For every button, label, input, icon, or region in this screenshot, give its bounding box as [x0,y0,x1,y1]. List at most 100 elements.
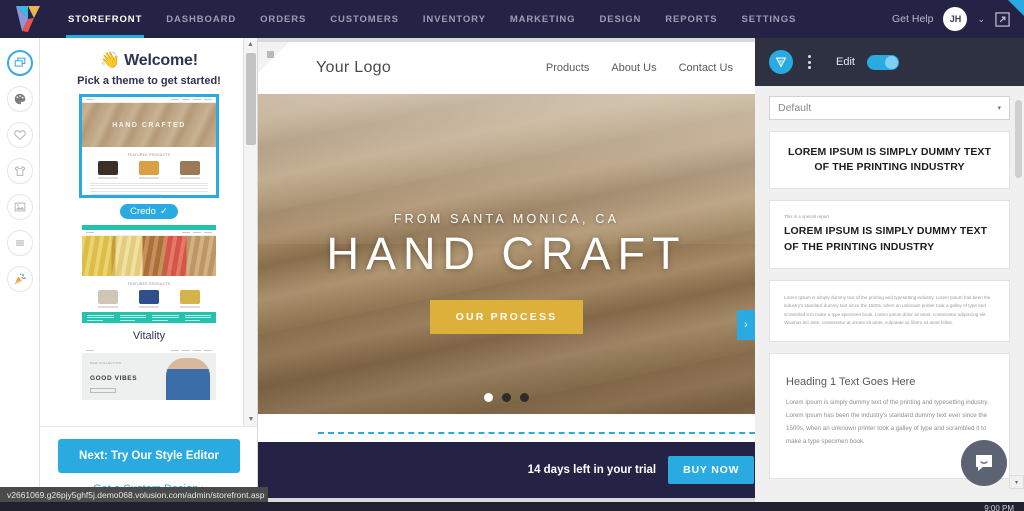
carousel-next-arrow-icon[interactable]: › [737,310,755,340]
edit-label: Edit [836,56,855,68]
element-card-eyebrow-heading[interactable]: This is a special report LOREM IPSUM IS … [769,200,1010,269]
edit-mode-toggle[interactable] [866,54,899,70]
carousel-dot-3[interactable] [520,393,529,402]
element-card-centered-heading[interactable]: LOREM IPSUM IS SIMPLY DUMMY TEXT OF THE … [769,131,1010,190]
check-icon: ✓ [159,206,168,217]
hero-title: HAND CRAFT [326,228,687,279]
site-nav-link-about-us[interactable]: About Us [611,62,656,74]
nav-item-customers[interactable]: CUSTOMERS [318,0,411,38]
site-nav-link-contact-us[interactable]: Contact Us [679,62,733,74]
theme-thumbnail-vitality[interactable]: FEATURED PRODUCTS [82,225,216,323]
heart-icon[interactable] [6,122,33,148]
nav-item-storefront[interactable]: STOREFRONT [56,0,154,38]
more-vertical-icon[interactable] [805,52,814,72]
element-library-scrollbar[interactable] [1015,86,1022,511]
element-card-paragraph[interactable]: Lorem Ipsum is simply dummy text of the … [769,279,1010,342]
waving-hand-icon: 👋 [100,52,120,69]
element-library-header: Edit [755,38,1024,86]
element-card-eyebrow: This is a special report [784,214,830,220]
application-window: STOREFRONT DASHBOARD ORDERS CUSTOMERS IN… [0,0,1024,511]
element-card-paragraph-text: Lorem Ipsum is simply dummy text of the … [786,398,989,445]
theme-card-credo[interactable]: HAND CRAFTED FEATURED PRODUCTS Credo ✓ [54,94,244,219]
theme-card-vitality[interactable]: FEATURED PRODUCTS Vitality [54,225,244,342]
theme-selected-badge-wrap: Credo ✓ [54,201,244,219]
palette-icon[interactable] [6,86,33,112]
party-popper-icon[interactable] [6,266,33,292]
layers-icon[interactable] [6,50,33,76]
element-category-value: Default [778,102,812,114]
chat-bubble-icon[interactable] [961,440,1007,486]
next-style-editor-button[interactable]: Next: Try Our Style Editor [58,439,240,473]
buy-now-button[interactable]: BUY NOW [668,456,755,484]
preview-corner-fold [258,42,302,86]
hero-cta-button[interactable]: OUR PROCESS [429,300,584,334]
theme-thumbnail-preview: FEATURED PRODUCTS [82,225,216,323]
nav-right-cluster: Get Help JH ⌄ [892,0,1024,38]
theme-panel-scrollbar[interactable]: ▲ ▼ [243,38,257,426]
element-card-heading: LOREM IPSUM IS SIMPLY DUMMY TEXT OF THE … [787,146,992,174]
nav-item-dashboard[interactable]: DASHBOARD [154,0,248,38]
theme-picker-panel: 👋 Welcome! Pick a theme to get started! … [40,38,258,511]
theme-thumbnail-good-vibes[interactable]: NEW COLLECTION GOOD VIBES [82,348,216,410]
element-card-heading: LOREM IPSUM IS SIMPLY DUMMY TEXT OF THE … [784,225,988,253]
site-preview[interactable]: Your Logo Products About Us Contact Us F… [258,42,755,451]
element-library-glyph [775,57,787,68]
tshirt-icon[interactable] [6,158,33,184]
nav-item-marketing[interactable]: MARKETING [498,0,588,38]
theme-scroll-area: 👋 Welcome! Pick a theme to get started! … [40,38,257,426]
resize-handle-icon[interactable] [267,51,274,58]
scrollbar-up-arrow[interactable]: ▲ [244,38,257,51]
theme-thumb-caption: FEATURED PRODUCTS [127,282,171,286]
nav-item-orders[interactable]: ORDERS [248,0,318,38]
carousel-dots [258,393,755,402]
image-glyph [14,202,25,212]
avatar[interactable]: JH [943,7,968,31]
nav-item-design[interactable]: DESIGN [587,0,653,38]
element-category-select[interactable]: Default ▾ [769,96,1010,120]
os-taskbar: 9:00 PM [0,502,1024,511]
corner-accent-triangle [1008,0,1024,16]
nav-item-reports[interactable]: REPORTS [653,0,729,38]
image-icon[interactable] [6,194,33,220]
get-help-link[interactable]: Get Help [892,13,933,25]
site-nav-link-products[interactable]: Products [546,62,589,74]
theme-selected-badge[interactable]: Credo ✓ [120,204,178,219]
theme-thumb-hero-text: GOOD VIBES [90,375,138,382]
scrollbar-thumb[interactable] [1015,100,1022,178]
scrollbar-thumb[interactable] [246,53,256,145]
theme-name-credo: Credo [130,206,156,217]
list-lines-icon[interactable] [6,230,33,256]
theme-thumbnail-credo[interactable]: HAND CRAFTED FEATURED PRODUCTS [79,94,219,198]
element-card-paragraph-text: Lorem Ipsum is simply dummy text of the … [784,294,991,326]
carousel-dot-2[interactable] [502,393,511,402]
list-lines-glyph [15,240,24,246]
scroll-corner-button[interactable]: ▾ [1009,475,1024,489]
volusion-logo-icon[interactable] [0,0,56,38]
welcome-subtitle: Pick a theme to get started! [77,75,221,87]
chevron-down-icon: ▾ [997,105,1001,112]
nav-item-inventory[interactable]: INVENTORY [411,0,498,38]
theme-thumb-hero-text: HAND CRAFTED [112,121,186,129]
element-library-icon[interactable] [769,50,793,74]
carousel-dot-1[interactable] [484,393,493,402]
preview-site-header: Your Logo Products About Us Contact Us [258,42,755,94]
party-popper-glyph [14,272,26,285]
theme-thumb-eyebrow: NEW COLLECTION [90,361,122,365]
hero-eyebrow: FROM SANTA MONICA, CA [393,212,620,226]
nav-item-settings[interactable]: SETTINGS [730,0,809,38]
theme-card-good-vibes[interactable]: NEW COLLECTION GOOD VIBES [54,348,244,410]
theme-thumb-caption: FEATURED PRODUCTS [127,153,171,157]
trial-days-text: 14 days left in your trial [527,464,657,476]
volusion-logo-glyph [16,6,40,32]
site-logo[interactable]: Your Logo [316,59,391,77]
element-card-heading1: Heading 1 Text Goes Here [786,375,916,388]
scrollbar-down-arrow[interactable]: ▼ [244,413,257,426]
chevron-down-icon[interactable]: ⌄ [977,14,985,25]
heart-glyph [13,130,26,141]
tshirt-glyph [14,165,25,176]
top-navigation-bar: STOREFRONT DASHBOARD ORDERS CUSTOMERS IN… [0,0,1024,38]
hero-banner[interactable]: FROM SANTA MONICA, CA HAND CRAFT OUR PRO… [258,94,755,414]
theme-thumbnail-preview: HAND CRAFTED FEATURED PRODUCTS [82,97,216,195]
left-icon-rail [0,38,40,511]
welcome-title-text: Welcome! [124,52,198,69]
